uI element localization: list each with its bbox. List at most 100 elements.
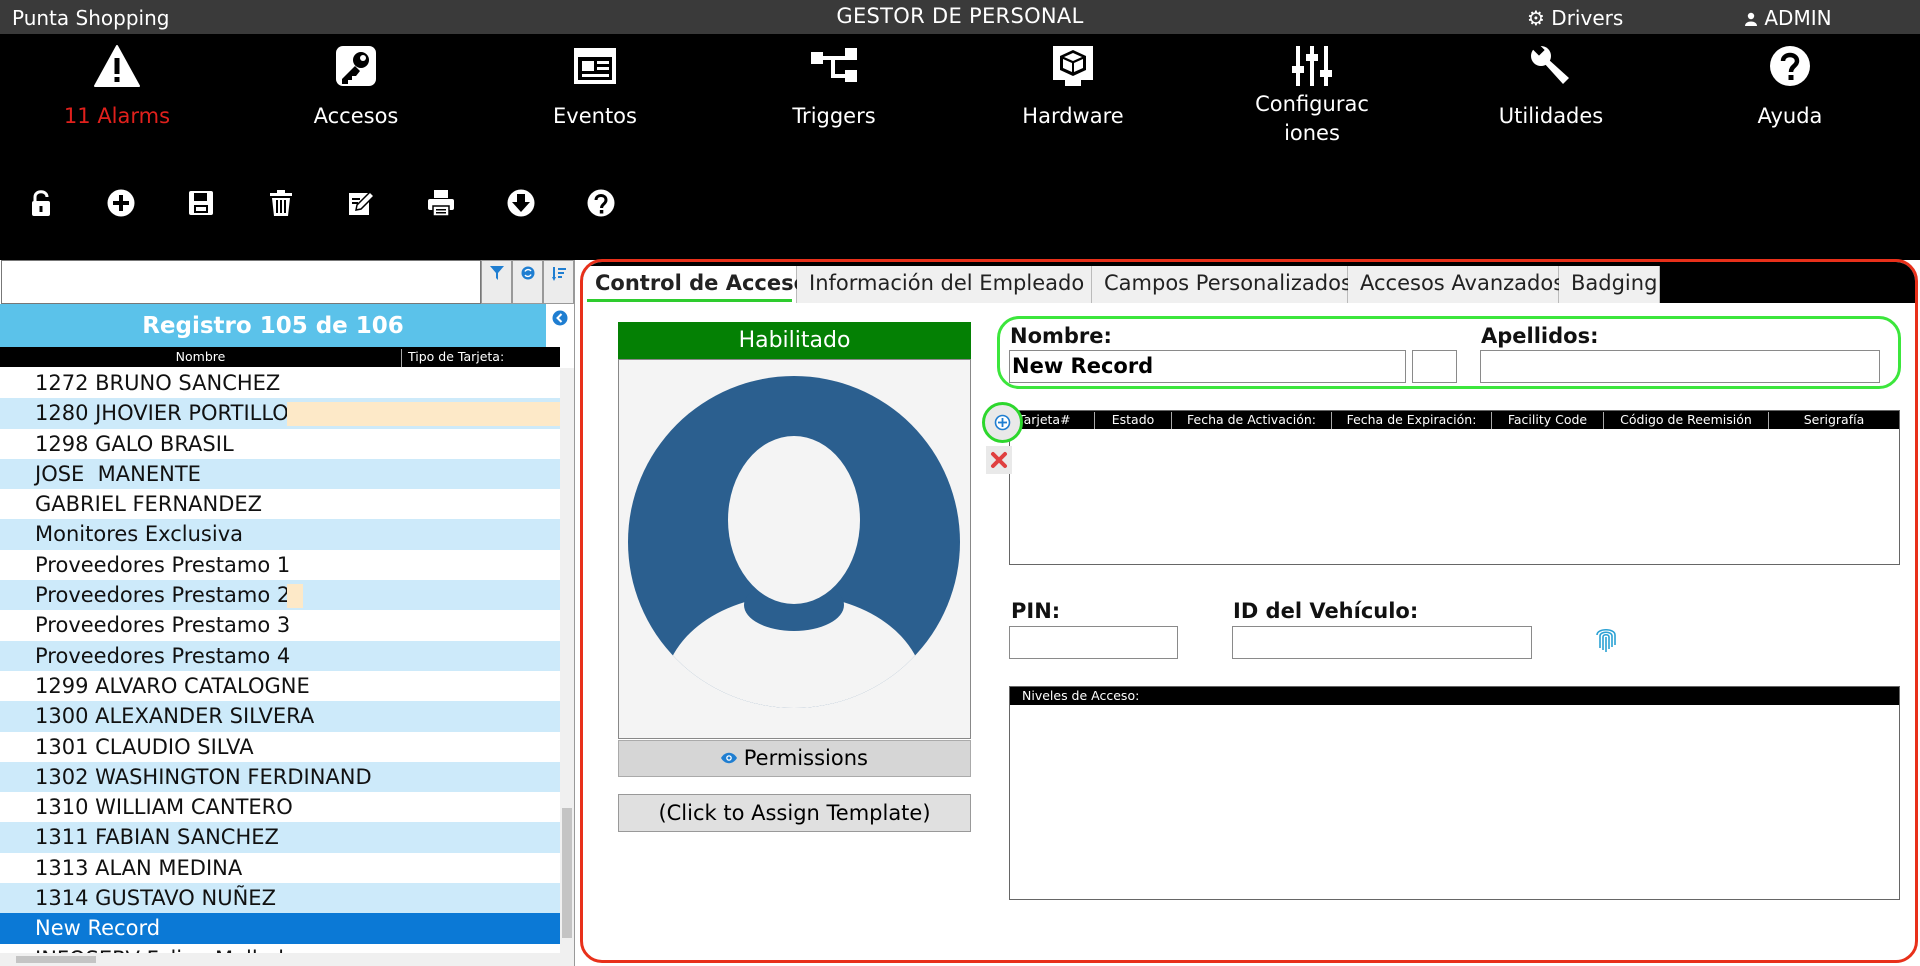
- nav-hardware[interactable]: Hardware: [998, 44, 1148, 144]
- nombre-field[interactable]: New Record: [1009, 350, 1406, 383]
- list-item[interactable]: 1314 GUSTAVO NUÑEZ: [0, 883, 560, 914]
- status-badge[interactable]: Habilitado: [618, 322, 971, 359]
- column-nombre[interactable]: Nombre: [0, 349, 402, 367]
- user-menu[interactable]: ADMIN: [1744, 6, 1832, 30]
- list-item[interactable]: 1299 ALVARO CATALOGNE: [0, 671, 560, 701]
- scrollbar-thumb[interactable]: [562, 808, 572, 938]
- nav-accesos[interactable]: Accesos: [281, 44, 431, 144]
- column-tipo-tarjeta[interactable]: Tipo de Tarjeta:: [408, 349, 504, 364]
- permissions-button[interactable]: Permissions: [618, 740, 971, 777]
- nav-configuraciones[interactable]: Configurac iones: [1237, 44, 1387, 145]
- nav-utilidades-label: Utilidades: [1498, 104, 1604, 128]
- column-estado[interactable]: Estado: [1095, 412, 1172, 429]
- vehiculo-label: ID del Vehículo:: [1233, 599, 1419, 623]
- list-horizontal-scrollbar[interactable]: [0, 953, 560, 966]
- nav-triggers[interactable]: Triggers: [759, 44, 909, 144]
- sort-button[interactable]: [543, 260, 574, 304]
- add-icon[interactable]: [106, 188, 136, 218]
- lock-icon[interactable]: [26, 188, 56, 218]
- employee-list-panel: Registro 105 de 106 Nombre Tipo de Tarje…: [0, 260, 575, 966]
- scrollbar-thumb[interactable]: [16, 956, 96, 963]
- column-codigo-reemision[interactable]: Código de Reemisión: [1604, 412, 1769, 429]
- column-serigrafia[interactable]: Serigrafía: [1769, 412, 1899, 429]
- remove-card-button[interactable]: [986, 446, 1012, 474]
- drivers-menu[interactable]: ⚙ Drivers: [1527, 6, 1623, 30]
- refresh-button[interactable]: [512, 260, 543, 304]
- pin-field[interactable]: [1009, 626, 1178, 659]
- tab-accesos-avanzados[interactable]: Accesos Avanzados: [1348, 266, 1564, 303]
- delete-icon[interactable]: [266, 188, 296, 218]
- list-item[interactable]: 1310 WILLIAM CANTERO: [0, 792, 560, 822]
- tab-informacion-empleado[interactable]: Información del Empleado: [797, 266, 1092, 303]
- close-icon: [991, 452, 1007, 468]
- list-item[interactable]: Proveedores Prestamo 4: [0, 640, 560, 671]
- list-item-label: 1302 WASHINGTON FERDINAND: [35, 764, 372, 789]
- list-item[interactable]: JOSE MANENTE: [0, 458, 560, 490]
- list-item-selected[interactable]: New Record: [0, 913, 560, 944]
- flow-icon: [811, 48, 857, 82]
- nav-alarms[interactable]: 11 Alarms: [42, 44, 192, 144]
- edit-icon[interactable]: [346, 188, 376, 218]
- employee-list: 1272 BRUNO SANCHEZ 1280 JHOVIER PORTILLO…: [0, 368, 560, 958]
- refresh-icon: [521, 266, 534, 280]
- pin-label: PIN:: [1011, 599, 1061, 623]
- print-icon[interactable]: [426, 188, 456, 218]
- access-levels-list[interactable]: Niveles de Acceso:: [1009, 686, 1900, 900]
- list-item[interactable]: 1313 ALAN MEDINA: [0, 853, 560, 883]
- employee-detail-panel: Control de Accesos Información del Emple…: [580, 259, 1918, 963]
- search-input[interactable]: [1, 260, 481, 304]
- tab-badging[interactable]: Badging: [1559, 266, 1660, 303]
- list-item-label: 1299 ALVARO CATALOGNE: [35, 673, 310, 698]
- list-scrollbar[interactable]: [560, 368, 574, 966]
- toolbar-help-icon[interactable]: [586, 188, 616, 218]
- list-item[interactable]: Proveedores Prestamo 1: [0, 550, 560, 580]
- list-item[interactable]: 1311 FABIAN SANCHEZ: [0, 822, 560, 853]
- nav-utilidades[interactable]: Utilidades: [1476, 44, 1626, 144]
- list-item[interactable]: 1300 ALEXANDER SILVERA: [0, 701, 560, 732]
- tab-control-accesos[interactable]: Control de Accesos: [583, 266, 821, 303]
- list-item-label: JOSE MANENTE: [35, 461, 201, 486]
- list-item[interactable]: 1302 WASHINGTON FERDINAND: [0, 761, 560, 793]
- tab-campos-personalizados[interactable]: Campos Personalizados: [1092, 266, 1352, 303]
- vehiculo-field[interactable]: [1232, 626, 1532, 659]
- list-item-label: 1301 CLAUDIO SILVA: [35, 734, 254, 759]
- list-item[interactable]: GABRIEL FERNANDEZ: [0, 489, 560, 519]
- list-item-label: 1314 GUSTAVO NUÑEZ: [35, 886, 276, 911]
- save-icon[interactable]: [186, 188, 216, 218]
- column-facility-code[interactable]: Facility Code: [1492, 412, 1604, 429]
- list-item[interactable]: Proveedores Prestamo 2: [0, 580, 560, 611]
- list-item-label: Proveedores Prestamo 3: [35, 613, 291, 638]
- suffix-field[interactable]: [1412, 350, 1457, 383]
- cube-icon: [1053, 46, 1093, 86]
- nav-ayuda[interactable]: Ayuda: [1715, 44, 1865, 144]
- app-title: GESTOR DE PERSONAL: [836, 4, 1084, 28]
- list-item[interactable]: 1280 JHOVIER PORTILLO: [0, 398, 560, 429]
- card-table-header: Tarjeta# Estado Fecha de Activación: Fec…: [1010, 411, 1899, 429]
- list-item[interactable]: 1272 BRUNO SANCHEZ: [0, 368, 560, 398]
- drivers-label: Drivers: [1551, 6, 1624, 30]
- fingerprint-icon[interactable]: [1594, 623, 1618, 655]
- list-item-label: 1298 GALO BRASIL: [35, 431, 234, 456]
- employee-photo[interactable]: [618, 359, 971, 739]
- apellidos-field[interactable]: [1480, 350, 1880, 383]
- collapse-icon[interactable]: [552, 310, 568, 326]
- card-table[interactable]: Tarjeta# Estado Fecha de Activación: Fec…: [1009, 410, 1900, 565]
- column-fecha-expiracion[interactable]: Fecha de Expiración:: [1332, 412, 1492, 429]
- list-item[interactable]: 1298 GALO BRASIL: [0, 429, 560, 459]
- nav-hardware-label: Hardware: [1022, 104, 1124, 128]
- nav-eventos[interactable]: Eventos: [520, 44, 670, 144]
- user-icon: [1745, 12, 1757, 26]
- assign-template-button[interactable]: (Click to Assign Template): [618, 794, 971, 832]
- list-item-label: New Record: [35, 916, 161, 941]
- list-item[interactable]: Monitores Exclusiva: [0, 519, 560, 550]
- add-card-button[interactable]: [982, 402, 1023, 443]
- list-item-label: 1280 JHOVIER PORTILLO: [35, 401, 289, 426]
- filter-button[interactable]: [481, 260, 512, 304]
- download-icon[interactable]: [506, 188, 536, 218]
- list-item[interactable]: Proveedores Prestamo 3: [0, 610, 560, 640]
- list-item[interactable]: 1301 CLAUDIO SILVA: [0, 732, 560, 762]
- nav-alarms-label: 11 Alarms: [63, 104, 171, 128]
- column-fecha-activacion[interactable]: Fecha de Activación:: [1172, 412, 1332, 429]
- avatar: [628, 376, 960, 708]
- list-item-label: Proveedores Prestamo 2: [35, 583, 291, 608]
